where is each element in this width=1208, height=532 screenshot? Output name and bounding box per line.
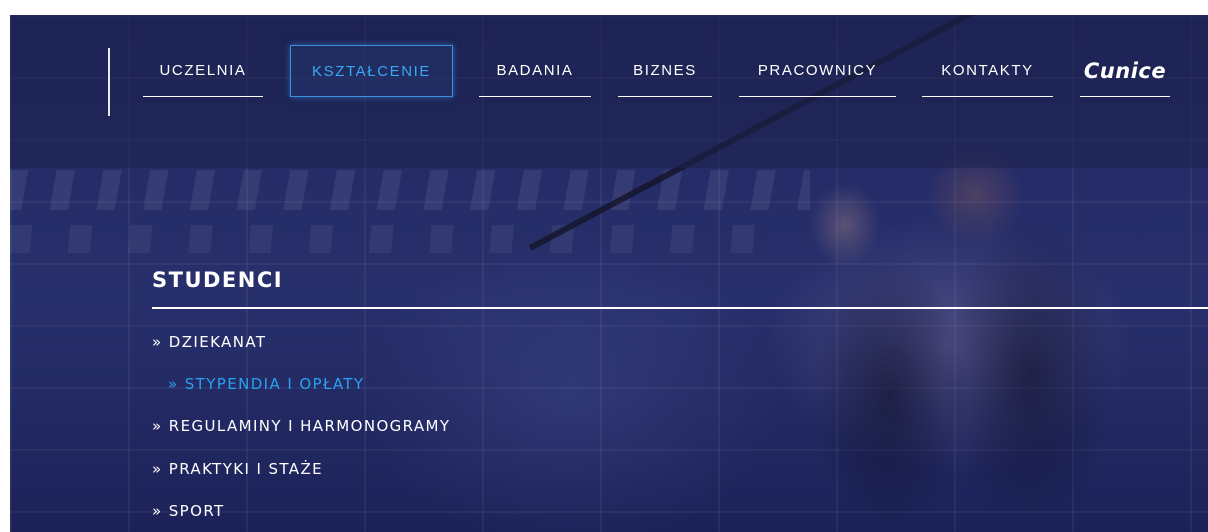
submenu-item-dziekanat[interactable]: » DZIEKANAT (152, 333, 266, 351)
section-divider (152, 307, 1208, 309)
unice-logo: Cunice (1083, 58, 1167, 83)
background-detail (10, 170, 810, 210)
nav-item-badania[interactable]: BADANIA (479, 45, 591, 97)
unice-logo-link[interactable]: Cunice (1080, 45, 1170, 97)
submenu-item-sport[interactable]: » SPORT (152, 502, 225, 520)
nav-item-pracownicy[interactable]: PRACOWNICY (739, 45, 896, 97)
section-title: STUDENCI (152, 268, 284, 292)
nav-item-ksztalcenie[interactable]: KSZTAŁCENIE (290, 45, 453, 97)
main-navigation: UCZELNIA KSZTAŁCENIE BADANIA BIZNES PRAC… (10, 15, 1208, 115)
hero-section: UCZELNIA KSZTAŁCENIE BADANIA BIZNES PRAC… (10, 15, 1208, 532)
nav-item-uczelnia[interactable]: UCZELNIA (143, 45, 263, 97)
students-photo (770, 135, 1208, 532)
nav-item-kontakty[interactable]: KONTAKTY (922, 45, 1053, 97)
background-detail (10, 225, 790, 253)
nav-item-biznes[interactable]: BIZNES (618, 45, 712, 97)
submenu-item-stypendia[interactable]: » STYPENDIA I OPŁATY (168, 375, 364, 393)
submenu-item-praktyki[interactable]: » PRAKTYKI I STAŻE (152, 460, 323, 478)
submenu-item-regulaminy[interactable]: » REGULAMINY I HARMONOGRAMY (152, 417, 450, 435)
